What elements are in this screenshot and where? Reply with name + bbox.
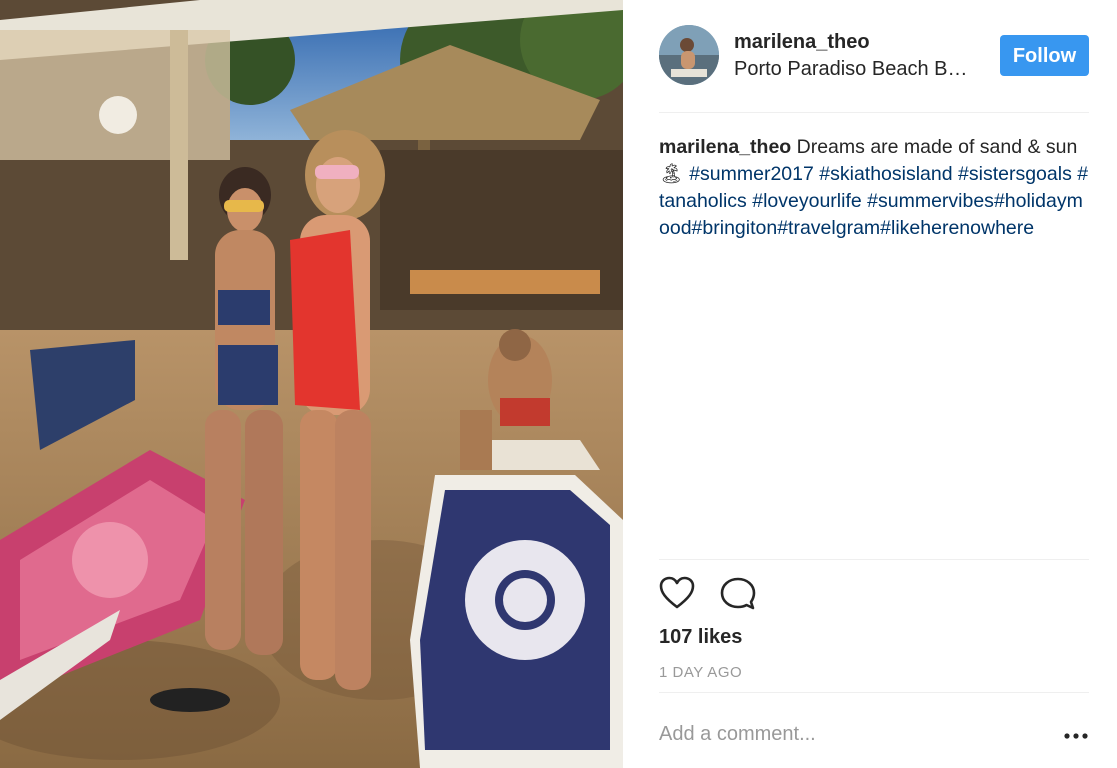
- actions-divider: [659, 559, 1089, 560]
- heart-icon[interactable]: [659, 576, 695, 612]
- follow-button[interactable]: Follow: [1000, 35, 1089, 76]
- caption-username[interactable]: marilena_theo: [659, 136, 791, 158]
- header-divider: [659, 112, 1089, 113]
- comment-bubble-icon[interactable]: [720, 576, 756, 612]
- comment-divider: [659, 692, 1089, 693]
- hashtag[interactable]: #skiathosisland: [819, 163, 952, 185]
- post-caption: marilena_theo Dreams are made of sand & …: [659, 134, 1091, 242]
- hashtag[interactable]: #loveyourlife: [752, 190, 861, 212]
- more-options-icon[interactable]: [1063, 726, 1089, 746]
- post-side-panel: marilena_theo Porto Paradiso Beach B… Fo…: [623, 0, 1117, 768]
- hashtag[interactable]: #summervibes: [867, 190, 994, 212]
- hashtag[interactable]: #likeherenowhere: [880, 217, 1034, 239]
- beach-photo-illustration: [0, 0, 623, 768]
- likes-count[interactable]: 107 likes: [659, 626, 742, 649]
- post-location[interactable]: Porto Paradiso Beach B…: [734, 58, 967, 81]
- hashtag[interactable]: #bringiton: [692, 217, 778, 239]
- comment-input[interactable]: Add a comment...: [659, 723, 816, 746]
- hashtag[interactable]: #sistersgoals: [958, 163, 1072, 185]
- post-photo[interactable]: [0, 0, 623, 768]
- avatar[interactable]: [659, 25, 719, 85]
- post-actions: [659, 576, 859, 612]
- post-timestamp[interactable]: 1 DAY AGO: [659, 664, 742, 681]
- post-header: marilena_theo Porto Paradiso Beach B… Fo…: [623, 0, 1117, 112]
- post-author-username[interactable]: marilena_theo: [734, 31, 870, 54]
- hashtag[interactable]: #summer2017: [689, 163, 814, 185]
- hashtag[interactable]: #travelgram: [777, 217, 880, 239]
- avatar-image: [659, 25, 719, 85]
